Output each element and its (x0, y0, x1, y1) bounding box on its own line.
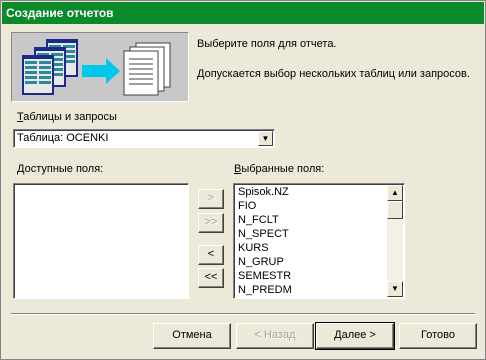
selected-fields-list[interactable]: Spisok.NZ FIO N_FCLT N_SPECT KURS N_GRUP… (233, 183, 405, 299)
instruction-text: Выберите поля для отчета. (197, 38, 337, 50)
window-title[interactable]: Создание отчетов (2, 2, 484, 24)
report-wizard-dialog: Создание отчетов Выберите поля для отчет… (0, 0, 486, 360)
scroll-up-icon[interactable]: ▲ (387, 185, 403, 201)
list-item[interactable]: N_PREDM (238, 284, 292, 297)
available-label-accel: Д (17, 163, 25, 175)
available-fields-list[interactable] (13, 183, 189, 299)
list-item[interactable]: Spisok.NZ (238, 186, 289, 199)
wizard-illustration (11, 32, 189, 102)
available-fields-label: Доступные поля: (17, 163, 103, 175)
scroll-thumb[interactable] (387, 201, 403, 219)
instruction-hint: Допускается выбор нескольких таблиц или … (197, 68, 470, 80)
remove-field-button[interactable]: < (198, 245, 224, 265)
source-combobox[interactable]: Таблица: OCENKI ▼ (13, 129, 275, 148)
list-item[interactable]: KURS (238, 242, 269, 255)
cancel-button[interactable]: Отмена (153, 323, 231, 349)
back-button[interactable]: < Назад (236, 323, 314, 349)
remove-all-fields-button[interactable]: << (198, 268, 224, 288)
source-label-rest: аблицы и запросы (23, 111, 117, 123)
scroll-down-icon[interactable]: ▼ (387, 281, 403, 297)
footer-divider (11, 313, 475, 315)
finish-button[interactable]: Готово (399, 323, 477, 349)
next-button[interactable]: Далее > (315, 322, 395, 350)
list-item[interactable]: N_SPECT (238, 228, 289, 241)
selected-label-rest: ыбранные поля: (241, 163, 325, 175)
source-label: Таблицы и запросы (17, 111, 117, 123)
add-field-button[interactable]: > (198, 189, 224, 209)
list-item[interactable]: N_FCLT (238, 214, 279, 227)
selected-fields-scrollbar[interactable]: ▲ ▼ (387, 185, 403, 297)
source-selected-value: Таблица: OCENKI (17, 132, 109, 144)
selected-fields-label: Выбранные поля: (234, 163, 324, 175)
add-all-fields-button[interactable]: >> (198, 213, 224, 233)
available-label-rest: оступные поля: (24, 163, 104, 175)
tables-to-report-icon (22, 39, 171, 96)
list-item[interactable]: SEMESTR (238, 270, 291, 283)
list-item[interactable]: FIO (238, 200, 256, 213)
chevron-down-icon[interactable]: ▼ (258, 131, 273, 146)
list-item[interactable]: N_GRUP (238, 256, 284, 269)
